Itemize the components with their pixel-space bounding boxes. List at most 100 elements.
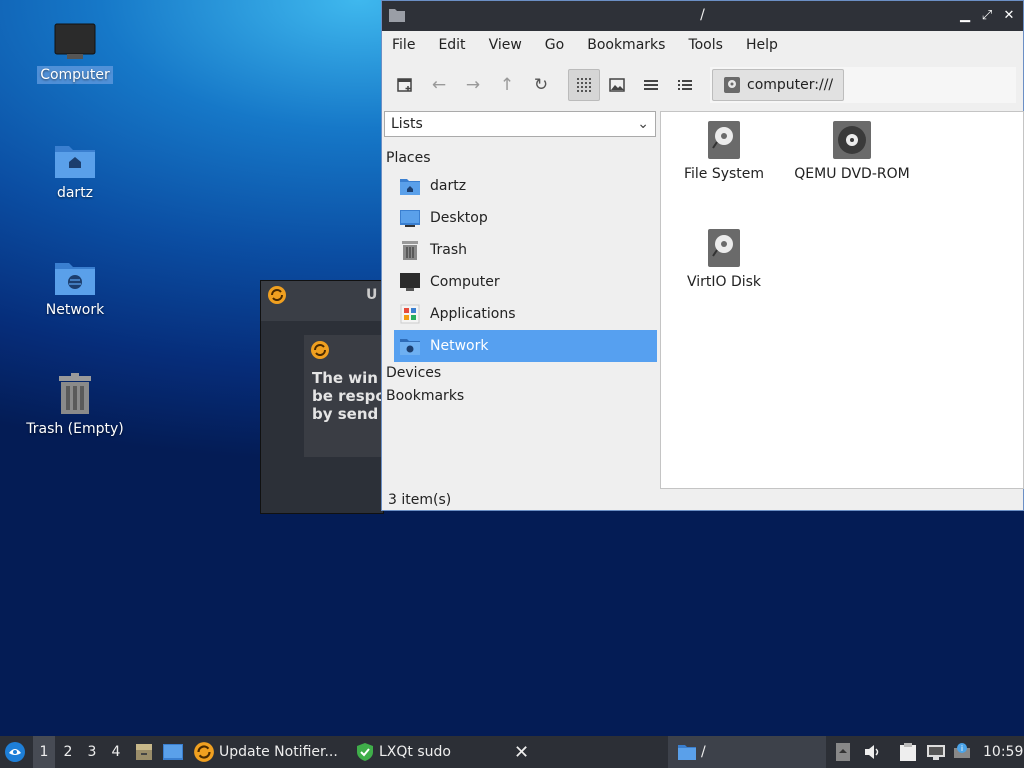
tray-expand-button[interactable] — [836, 736, 850, 768]
item-label: QEMU DVD-ROM — [794, 166, 910, 182]
icon-view-button[interactable] — [568, 69, 600, 101]
workspace-4[interactable]: 4 — [105, 736, 127, 768]
applications-icon — [400, 304, 420, 324]
computer-icon — [400, 273, 420, 291]
path-bar: computer:/// — [710, 67, 1016, 103]
arrow-up-icon: ↑ — [499, 75, 515, 95]
update-status-button[interactable]: i — [952, 736, 972, 768]
task-lxqt-sudo[interactable]: LXQt sudo — [356, 736, 451, 768]
home-folder-icon — [400, 179, 420, 195]
place-label: Applications — [430, 306, 516, 322]
unresponsive-window-dialog[interactable]: The win be respo by send — [304, 335, 382, 457]
reload-button[interactable]: ↻ — [527, 71, 555, 99]
computer-icon — [54, 23, 96, 59]
maximize-button[interactable]: ⤢ — [977, 6, 997, 26]
place-label: Desktop — [430, 210, 488, 226]
place-item-computer[interactable]: Computer — [394, 266, 657, 298]
place-item-desktop[interactable]: Desktop — [394, 202, 657, 234]
forward-button[interactable]: → — [459, 71, 487, 99]
clipboard-button[interactable] — [899, 736, 917, 768]
menu-go[interactable]: Go — [545, 37, 564, 53]
detailed-list-icon — [678, 80, 692, 90]
network-folder-icon — [55, 263, 95, 295]
folder-view[interactable]: File System QEMU DVD-ROM VirtIO Disk — [660, 111, 1024, 489]
info-update-icon: i — [954, 743, 970, 758]
devices-header[interactable]: Devices — [386, 365, 441, 381]
new-tab-icon — [397, 78, 412, 92]
network-wired-icon — [927, 745, 945, 760]
network-status-button[interactable] — [926, 736, 946, 768]
trash-icon — [402, 241, 418, 260]
new-tab-button[interactable] — [391, 71, 419, 99]
volume-icon — [865, 745, 879, 759]
back-button[interactable]: ← — [425, 71, 453, 99]
folder-icon — [678, 745, 696, 760]
menu-help[interactable]: Help — [746, 37, 778, 53]
file-manager-window[interactable]: / ▁ ⤢ ✕ File Edit View Go Bookmarks Tool… — [381, 0, 1024, 511]
thumbnail-view-button[interactable] — [603, 71, 631, 99]
places-header[interactable]: Places — [386, 150, 431, 166]
grid-icon — [577, 78, 591, 92]
workspace-3[interactable]: 3 — [81, 736, 103, 768]
status-bar-text: 3 item(s) — [388, 492, 452, 508]
path-button-computer[interactable]: computer:/// — [712, 69, 844, 101]
desktop-icon-trash[interactable]: Trash (Empty) — [20, 372, 130, 438]
menu-view[interactable]: View — [489, 37, 522, 53]
side-pane-mode-select[interactable]: Lists ⌄ — [384, 111, 656, 137]
drive-icon — [708, 229, 740, 267]
dialog-message: The win be respo by send — [312, 369, 382, 423]
drive-icon — [724, 77, 740, 93]
home-folder-icon — [55, 146, 95, 178]
menu-bookmarks[interactable]: Bookmarks — [587, 37, 665, 53]
list-icon — [644, 80, 658, 90]
desktop-icon-network[interactable]: Network — [20, 257, 130, 319]
bookmarks-header[interactable]: Bookmarks — [386, 388, 464, 404]
side-pane-mode-value: Lists — [391, 116, 423, 132]
desktop-icon-dartz[interactable]: dartz — [20, 140, 130, 202]
workspace-2[interactable]: 2 — [57, 736, 79, 768]
minimize-button[interactable]: ▁ — [955, 6, 975, 26]
task-update-notifier[interactable]: Update Notifier... — [193, 736, 338, 768]
place-item-network[interactable]: Network — [394, 330, 657, 362]
optical-drive-icon — [833, 121, 871, 159]
window-titlebar[interactable]: / ▁ ⤢ ✕ — [382, 1, 1023, 31]
close-button[interactable]: ✕ — [999, 6, 1019, 26]
volume-button[interactable] — [864, 736, 882, 768]
menu-file[interactable]: File — [392, 37, 415, 53]
update-notifier-icon — [268, 286, 286, 304]
quicklaunch-show-desktop[interactable] — [162, 736, 184, 768]
clock[interactable]: 10:59 — [983, 736, 1023, 768]
path-label: computer:/// — [747, 77, 834, 93]
desktop-icon-label: Trash (Empty) — [26, 421, 124, 437]
start-menu-button[interactable] — [4, 736, 28, 768]
dialog-title: U — [366, 287, 378, 303]
place-item-dartz[interactable]: dartz — [394, 170, 657, 202]
task-label: / — [701, 744, 706, 760]
chevron-down-icon: ⌄ — [637, 116, 649, 132]
menu-edit[interactable]: Edit — [438, 37, 465, 53]
place-label: Computer — [430, 274, 500, 290]
lxqt-logo-icon — [5, 742, 25, 762]
menu-tools[interactable]: Tools — [688, 37, 723, 53]
update-notifier-icon — [194, 742, 214, 762]
place-item-applications[interactable]: Applications — [394, 298, 657, 330]
compact-view-button[interactable] — [637, 71, 665, 99]
reload-icon: ↻ — [533, 75, 549, 95]
desktop-icon-computer[interactable]: Computer — [20, 22, 130, 84]
quicklaunch-file-manager[interactable] — [134, 736, 154, 768]
up-button[interactable]: ↑ — [493, 71, 521, 99]
folder-item-virtio-disk[interactable]: VirtIO Disk — [659, 228, 789, 290]
menu-bar: File Edit View Go Bookmarks Tools Help — [382, 31, 1023, 59]
place-label: Network — [430, 338, 489, 354]
svg-text:i: i — [961, 744, 963, 753]
task-close-button[interactable]: ✕ — [514, 736, 529, 768]
workspace-1[interactable]: 1 — [33, 736, 55, 768]
place-item-trash[interactable]: Trash — [394, 234, 657, 266]
folder-item-file-system[interactable]: File System — [659, 120, 789, 182]
task-file-manager[interactable]: / — [668, 736, 826, 768]
detailed-view-button[interactable] — [671, 71, 699, 99]
taskbar: 1 2 3 4 Update Notifier... LXQt sudo ✕ /… — [0, 736, 1024, 768]
drive-icon — [708, 121, 740, 159]
folder-item-qemu-dvd-rom[interactable]: QEMU DVD-ROM — [787, 120, 917, 182]
dialog-titlebar[interactable]: U — [261, 281, 383, 321]
